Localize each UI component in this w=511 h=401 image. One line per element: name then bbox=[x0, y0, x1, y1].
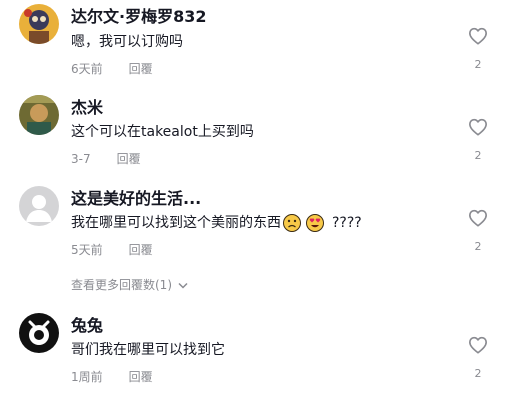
heart-eyes-emoji bbox=[306, 214, 324, 232]
comment-time: 3-7 bbox=[71, 152, 91, 166]
reply-button[interactable]: 回覆 bbox=[129, 62, 153, 76]
view-more-replies-button[interactable]: 查看更多回覆数(1) bbox=[71, 277, 188, 293]
avatar[interactable] bbox=[19, 95, 59, 135]
comment-time: 1周前 bbox=[71, 370, 103, 384]
like-button[interactable]: 2 bbox=[466, 209, 490, 253]
like-button[interactable]: 2 bbox=[466, 336, 490, 380]
chevron-down-icon[interactable] bbox=[178, 282, 188, 289]
view-more-label[interactable]: 查看更多回覆数(1) bbox=[71, 277, 172, 293]
reply-button[interactable]: 回覆 bbox=[129, 370, 153, 384]
comment-text-body: 我在哪里可以找到这个美丽的东西 bbox=[71, 215, 281, 231]
like-button[interactable]: 2 bbox=[466, 118, 490, 162]
like-count: 2 bbox=[474, 149, 482, 162]
like-count: 2 bbox=[474, 367, 482, 380]
comment-text: 嗯，我可以订购吗 bbox=[71, 34, 183, 50]
like-count: 2 bbox=[474, 58, 482, 71]
comment-text: 哥们我在哪里可以找到它 bbox=[71, 342, 225, 358]
comment-text-suffix: ???? bbox=[332, 215, 362, 231]
avatar[interactable] bbox=[19, 4, 59, 44]
comment-meta: 5天前 回覆 bbox=[71, 242, 153, 258]
like-button[interactable]: 2 bbox=[466, 27, 490, 71]
comment-text: 我在哪里可以找到这个美丽的东西 ???? bbox=[71, 213, 362, 233]
avatar[interactable] bbox=[19, 186, 59, 226]
like-count: 2 bbox=[474, 240, 482, 253]
comment-author[interactable]: 兔兔 bbox=[71, 316, 103, 336]
comment-author[interactable]: 杰米 bbox=[71, 98, 103, 118]
reply-button[interactable]: 回覆 bbox=[117, 152, 141, 166]
avatar[interactable] bbox=[19, 313, 59, 353]
sad-face-emoji bbox=[283, 214, 301, 232]
comment-author[interactable]: 达尔文·罗梅罗832 bbox=[71, 7, 206, 27]
comment-time: 5天前 bbox=[71, 243, 103, 257]
heart-outline-icon[interactable] bbox=[468, 209, 488, 227]
comment-meta: 3-7 回覆 bbox=[71, 151, 141, 167]
comment-text: 这个可以在takealot上买到吗 bbox=[71, 124, 254, 140]
comment-meta: 1周前 回覆 bbox=[71, 369, 153, 385]
heart-outline-icon[interactable] bbox=[468, 336, 488, 354]
heart-outline-icon[interactable] bbox=[468, 27, 488, 45]
comment-author[interactable]: 这是美好的生活... bbox=[71, 189, 201, 209]
comment-meta: 6天前 回覆 bbox=[71, 61, 153, 77]
heart-outline-icon[interactable] bbox=[468, 118, 488, 136]
comment-time: 6天前 bbox=[71, 62, 103, 76]
reply-button[interactable]: 回覆 bbox=[129, 243, 153, 257]
